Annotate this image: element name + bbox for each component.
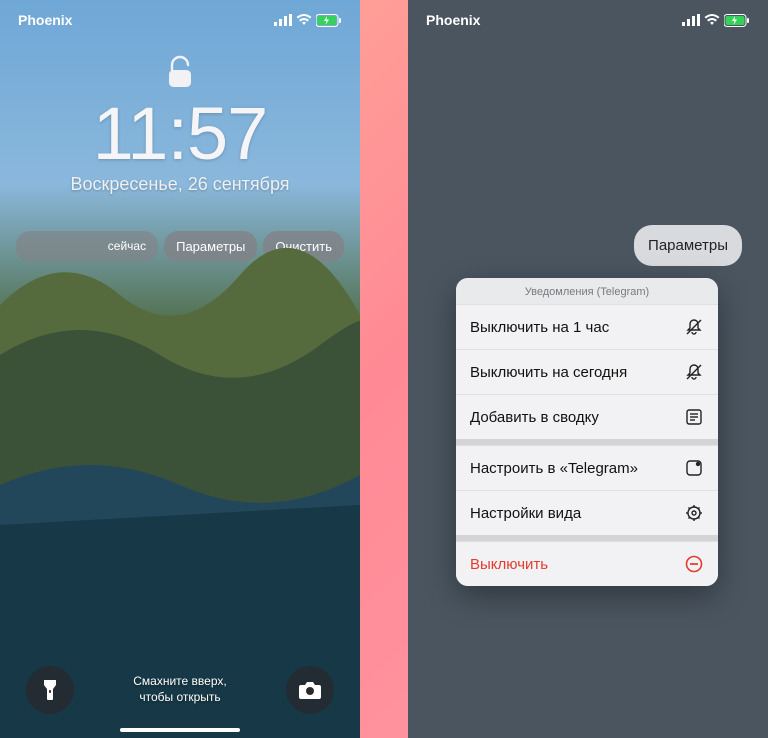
notification-actions-row: сейчас Параметры Очистить [0, 231, 360, 262]
lockscreen-bottom-bar: Смахните вверх, чтобы открыть [0, 666, 360, 714]
unlock-icon [0, 55, 360, 89]
minus-circle-icon [684, 554, 704, 574]
camera-icon [298, 680, 322, 700]
menu-item-label: Настроить в «Telegram» [470, 460, 638, 477]
menu-item-add-summary[interactable]: Добавить в сводку [456, 394, 718, 439]
swipe-hint: Смахните вверх, чтобы открыть [133, 674, 226, 705]
menu-item-turn-off[interactable]: Выключить [456, 541, 718, 586]
home-indicator[interactable] [120, 728, 240, 732]
menu-item-label: Выключить на 1 час [470, 319, 609, 336]
status-icons [274, 14, 342, 27]
bell-slash-icon [684, 362, 704, 382]
date-label: Воскресенье, 26 сентября [0, 174, 360, 195]
camera-button[interactable] [286, 666, 334, 714]
signal-icon [682, 14, 700, 26]
menu-item-label: Настройки вида [470, 505, 581, 522]
carrier-label: Phoenix [18, 12, 72, 28]
menu-item-configure-telegram[interactable]: Настроить в «Telegram» [456, 445, 718, 490]
context-menu-header: Уведомления (Telegram) [456, 278, 718, 304]
signal-icon [274, 14, 292, 26]
params-pill[interactable]: Параметры [164, 231, 257, 262]
battery-charging-icon [724, 14, 750, 27]
status-icons [682, 14, 750, 27]
phone-context-menu: Phoenix Параметры Уведомления (Telegram)… [408, 0, 768, 738]
swipe-hint-line2: чтобы открыть [133, 690, 226, 706]
wifi-icon [704, 14, 720, 26]
menu-item-label: Выключить на сегодня [470, 364, 627, 381]
flashlight-icon [40, 678, 60, 702]
menu-item-mute-today[interactable]: Выключить на сегодня [456, 349, 718, 394]
menu-item-view-settings[interactable]: Настройки вида [456, 490, 718, 535]
summary-icon [684, 407, 704, 427]
open-app-icon [684, 458, 704, 478]
status-bar: Phoenix [408, 0, 768, 34]
menu-item-label: Добавить в сводку [470, 409, 599, 426]
battery-charging-icon [316, 14, 342, 27]
menu-item-label: Выключить [470, 556, 548, 573]
menu-item-mute-1h[interactable]: Выключить на 1 час [456, 304, 718, 349]
swipe-hint-line1: Смахните вверх, [133, 674, 226, 690]
carrier-label: Phoenix [426, 12, 480, 28]
wallpaper-terrain [0, 185, 360, 738]
bell-slash-icon [684, 317, 704, 337]
gear-icon [684, 503, 704, 523]
context-menu: Уведомления (Telegram) Выключить на 1 ча… [456, 278, 718, 586]
clear-pill[interactable]: Очистить [263, 231, 344, 262]
wifi-icon [296, 14, 312, 26]
status-bar: Phoenix [0, 0, 360, 34]
flashlight-button[interactable] [26, 666, 74, 714]
notification-time-pill[interactable]: сейчас [16, 231, 158, 262]
clock-time: 11:57 [0, 91, 360, 176]
params-bubble[interactable]: Параметры [634, 225, 742, 266]
phone-lockscreen: Phoenix 11:57 Воскресенье, 26 сентября с… [0, 0, 360, 738]
